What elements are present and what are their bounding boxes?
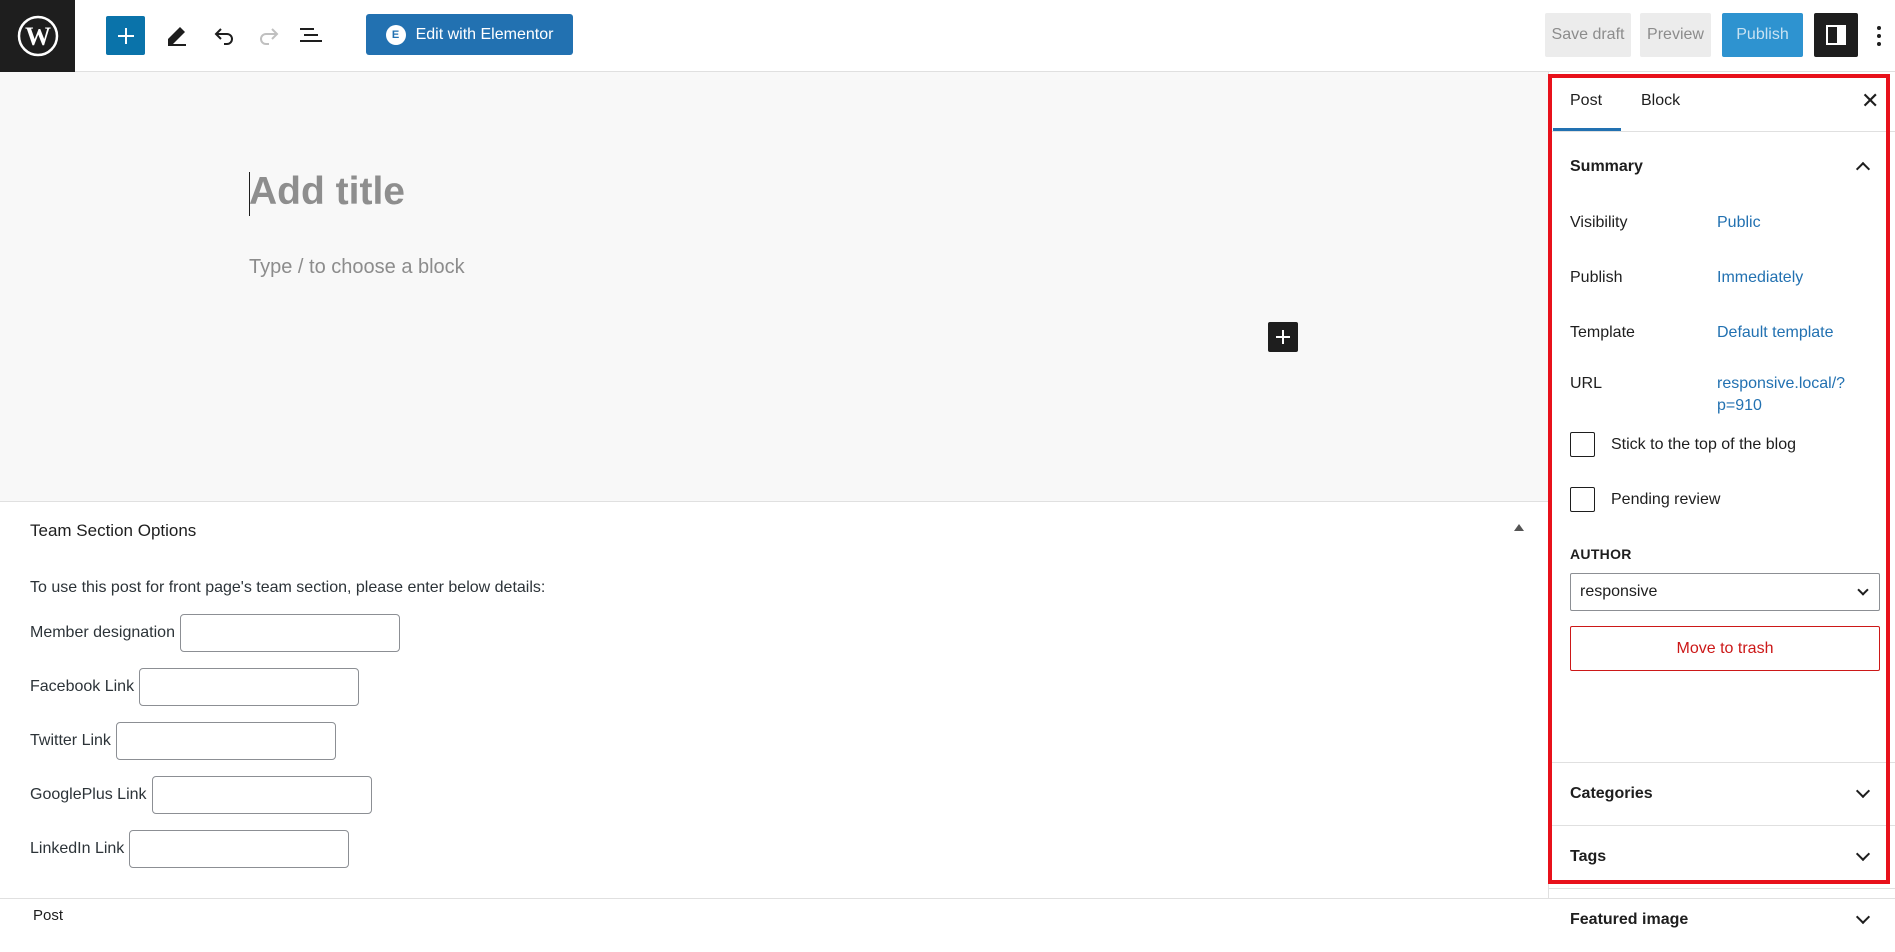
author-select[interactable]: responsive [1570,573,1880,611]
field-facebook-link: Facebook Link [30,668,360,706]
tools-pencil-button[interactable] [162,20,192,50]
url-label: URL [1570,375,1603,392]
edit-with-elementor-label: Edit with Elementor [415,25,554,43]
wordpress-logo-icon[interactable]: W [0,0,75,72]
svg-text:W: W [25,22,51,51]
tab-block[interactable]: Block [1641,92,1680,110]
twitter-link-input[interactable] [115,722,336,760]
dot-icon [1877,34,1881,38]
default-block-appender[interactable]: Type / to choose a block [249,256,465,279]
field-linkedin-link: LinkedIn Link [30,830,350,868]
dot-icon [1877,42,1881,46]
url-line-2: p=910 [1717,397,1762,414]
featured-image-title[interactable]: Featured image [1570,911,1688,929]
sidebar-tabs: Post Block ✕ [1549,72,1895,132]
metabox-title: Team Section Options [30,521,197,540]
undo-icon [214,28,233,45]
plus-icon [117,27,134,44]
pending-review-checkbox[interactable] [1570,487,1595,512]
team-section-metabox: Team Section Options To use this post fo… [0,501,1548,898]
categories-title[interactable]: Categories [1570,785,1653,803]
inline-add-block-button[interactable] [1268,322,1298,352]
chevron-down-icon[interactable] [1855,846,1871,862]
pending-review-label: Pending review [1611,490,1721,508]
pending-review-option[interactable]: Pending review [1570,487,1720,512]
edit-with-elementor-button[interactable]: E Edit with Elementor [366,14,573,55]
field-label: Facebook Link [30,678,135,695]
undo-button[interactable] [209,20,239,50]
sticky-checkbox[interactable] [1570,432,1595,457]
field-twitter-link: Twitter Link [30,722,336,760]
metabox-description: To use this post for front page's team s… [30,579,546,596]
save-draft-button[interactable]: Save draft [1545,13,1631,57]
dot-icon [1877,26,1881,30]
featured-image-panel[interactable]: Featured image [1549,889,1895,952]
sidebar-icon [1826,25,1846,45]
close-icon[interactable]: ✕ [1861,90,1879,112]
template-value[interactable]: Default template [1717,322,1834,344]
publish-label: Publish [1570,269,1623,286]
plus-icon [1276,330,1290,344]
visibility-value[interactable]: Public [1717,212,1761,234]
googleplus-link-input[interactable] [151,776,372,814]
more-options-button[interactable] [1872,20,1886,52]
author-label: AUTHOR [1570,546,1632,562]
settings-sidebar: Post Block ✕ Summary Visibility Public P… [1548,72,1895,928]
list-view-icon [300,28,322,42]
template-label: Template [1570,324,1635,341]
field-label: LinkedIn Link [30,840,125,857]
field-label: Twitter Link [30,732,111,749]
tags-panel[interactable]: Tags [1549,826,1895,889]
add-block-button[interactable] [106,16,145,55]
collapse-triangle-icon[interactable] [1514,524,1524,531]
post-title-input[interactable]: Add title [249,170,405,214]
author-selected-value: responsive [1580,583,1658,600]
preview-button[interactable]: Preview [1640,13,1711,57]
move-to-trash-button[interactable]: Move to trash [1570,626,1880,671]
editor-toolbar: W E Edit with Elementor Save draft Previ… [0,0,1895,72]
sticky-label: Stick to the top of the blog [1611,435,1797,453]
breadcrumb[interactable]: Post [33,907,63,924]
field-label: Member designation [30,624,175,641]
chevron-up-icon[interactable] [1855,161,1871,177]
chevron-down-icon [1857,584,1869,596]
chevron-down-icon[interactable] [1855,783,1871,799]
member-designation-input[interactable] [179,614,400,652]
pencil-icon [168,27,186,46]
sticky-option[interactable]: Stick to the top of the blog [1570,432,1796,457]
categories-panel[interactable]: Categories [1549,763,1895,826]
publish-date-value[interactable]: Immediately [1717,267,1803,289]
url-value[interactable]: responsive.local/? p=910 [1717,373,1867,417]
field-googleplus-link: GooglePlus Link [30,776,372,814]
document-overview-button[interactable] [297,20,327,50]
url-line-1: responsive.local/? [1717,375,1846,392]
facebook-link-input[interactable] [139,668,360,706]
chevron-down-icon[interactable] [1855,909,1871,925]
settings-toggle-button[interactable] [1814,13,1858,57]
redo-icon [260,28,279,45]
field-member-designation: Member designation [30,614,400,652]
redo-button[interactable] [254,20,284,50]
active-tab-indicator [1553,128,1621,131]
elementor-icon: E [385,24,406,45]
linkedin-link-input[interactable] [129,830,350,868]
editor-canvas[interactable]: Add title Type / to choose a block [0,72,1548,501]
visibility-label: Visibility [1570,214,1628,231]
tags-title[interactable]: Tags [1570,848,1606,866]
field-label: GooglePlus Link [30,786,147,803]
summary-title[interactable]: Summary [1570,158,1643,176]
publish-button[interactable]: Publish [1722,13,1803,57]
tab-post[interactable]: Post [1570,92,1602,110]
